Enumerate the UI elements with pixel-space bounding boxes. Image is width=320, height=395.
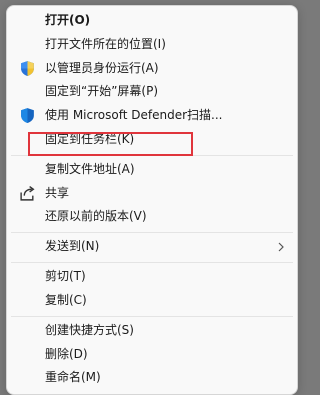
menu-separator (11, 262, 293, 263)
menu-item-pin-to-taskbar[interactable]: 固定到任务栏(K) (7, 128, 297, 151)
menu-separator (11, 316, 293, 317)
menu-item-share-label: 共享 (45, 186, 70, 200)
menu-item-open[interactable]: 打开(O) (7, 9, 297, 32)
menu-item-send-to[interactable]: 发送到(N) (7, 235, 297, 258)
menu-item-run-as-admin-label: 以管理员身份运行(A) (45, 61, 159, 75)
menu-item-defender-scan[interactable]: 使用 Microsoft Defender扫描... (7, 104, 297, 127)
menu-item-restore-previous-versions[interactable]: 还原以前的版本(V) (7, 205, 297, 228)
menu-item-rename[interactable]: 重命名(M) (7, 366, 297, 389)
menu-item-open-file-location[interactable]: 打开文件所在的位置(I) (7, 33, 297, 56)
menu-item-create-shortcut-label: 创建快捷方式(S) (45, 323, 134, 337)
menu-item-copy-label: 复制(C) (45, 293, 87, 307)
defender-shield-icon (21, 108, 34, 123)
share-icon (20, 186, 35, 201)
menu-item-delete-label: 删除(D) (45, 347, 88, 361)
menu-item-restore-previous-versions-label: 还原以前的版本(V) (45, 209, 147, 223)
context-menu: 打开(O) 打开文件所在的位置(I) 以管理员身份运行(A) 固定到“开始”屏幕… (6, 5, 298, 395)
menu-separator (11, 155, 293, 156)
menu-item-cut-label: 剪切(T) (45, 269, 86, 283)
menu-separator (11, 232, 293, 233)
menu-item-open-label: 打开(O) (45, 13, 91, 27)
menu-item-create-shortcut[interactable]: 创建快捷方式(S) (7, 319, 297, 342)
menu-item-send-to-label: 发送到(N) (45, 239, 100, 253)
menu-item-delete[interactable]: 删除(D) (7, 343, 297, 366)
menu-item-defender-scan-label: 使用 Microsoft Defender扫描... (45, 108, 223, 122)
menu-item-copy-path[interactable]: 复制文件地址(A) (7, 158, 297, 181)
menu-item-rename-label: 重命名(M) (45, 370, 101, 384)
menu-item-pin-to-start-label: 固定到“开始”屏幕(P) (45, 84, 159, 98)
menu-item-pin-to-start[interactable]: 固定到“开始”屏幕(P) (7, 80, 297, 103)
menu-item-share[interactable]: 共享 (7, 182, 297, 205)
menu-item-open-file-location-label: 打开文件所在的位置(I) (45, 37, 166, 51)
menu-item-copy-path-label: 复制文件地址(A) (45, 162, 135, 176)
menu-item-run-as-admin[interactable]: 以管理员身份运行(A) (7, 57, 297, 80)
uac-shield-icon (21, 61, 34, 76)
chevron-right-icon (278, 242, 284, 252)
menu-item-pin-to-taskbar-label: 固定到任务栏(K) (45, 132, 135, 146)
menu-item-cut[interactable]: 剪切(T) (7, 265, 297, 288)
menu-item-copy[interactable]: 复制(C) (7, 289, 297, 312)
